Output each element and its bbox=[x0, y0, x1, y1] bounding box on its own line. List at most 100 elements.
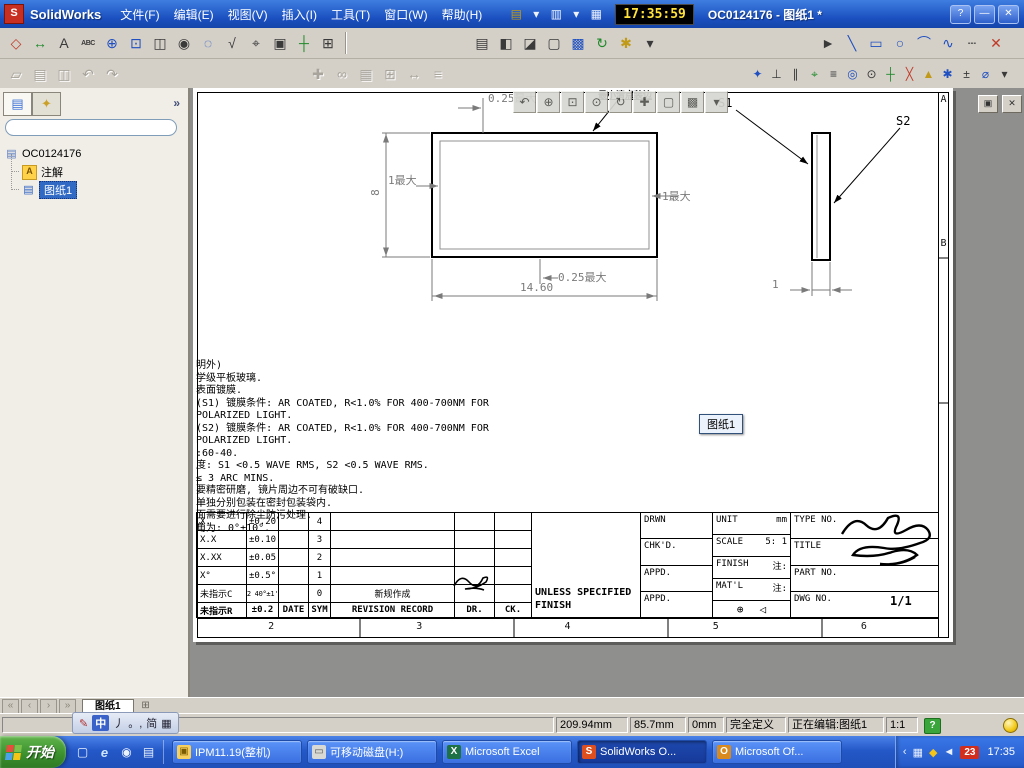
insert-object-icon[interactable]: ✚ bbox=[306, 62, 330, 86]
block-icon[interactable]: ▣ bbox=[268, 31, 292, 55]
parallel-relation-icon[interactable]: ∥ bbox=[786, 63, 805, 85]
menu-insert[interactable]: 插入(I) bbox=[275, 2, 324, 27]
sketch-icon[interactable]: ◇ bbox=[4, 31, 28, 55]
tray-badge[interactable]: 23 bbox=[960, 745, 980, 759]
fix-relation-icon[interactable]: ▲ bbox=[919, 63, 938, 85]
balloon-icon[interactable]: ◌ bbox=[196, 31, 220, 55]
rotate-view-icon[interactable]: ↻ bbox=[609, 91, 632, 113]
first-sheet-button[interactable]: « bbox=[2, 698, 19, 714]
perpendicular-relation-icon[interactable]: ⊥ bbox=[767, 63, 786, 85]
help-button[interactable]: ? bbox=[950, 4, 971, 24]
drawing-note-line[interactable]: POLARIZED LIGHT. bbox=[196, 435, 489, 448]
layer-properties-icon[interactable]: ≡ bbox=[426, 62, 450, 86]
drawing-note-line[interactable]: 度: S1 <0.5 WAVE RMS, S2 <0.5 WAVE RMS. bbox=[196, 460, 489, 473]
center-relation-icon[interactable]: ⌖ bbox=[805, 63, 824, 85]
copy-icon[interactable]: ◫ bbox=[52, 62, 76, 86]
drawing-note-line[interactable]: 要精密研磨, 镜片周边不可有破缺口. bbox=[196, 485, 489, 498]
delete-relation-icon[interactable]: ╳ bbox=[900, 63, 919, 85]
print-preview-icon[interactable]: ▤ bbox=[28, 62, 52, 86]
surface-label-s2[interactable]: S2 bbox=[896, 114, 910, 128]
undo-icon[interactable]: ↶ bbox=[76, 62, 100, 86]
tree-root-item[interactable]: ▤ OC0124176 bbox=[5, 146, 81, 162]
task-removable-disk[interactable]: ▭ 可移动磁盘(H:) bbox=[307, 740, 437, 764]
drawing-note-line[interactable]: (S2) 镀膜条件: AR COATED, R<1.0% FOR 400-700… bbox=[196, 423, 489, 436]
select-icon[interactable]: ► bbox=[816, 31, 840, 55]
tray-volume-icon[interactable]: ◄ bbox=[943, 746, 954, 759]
arc-icon[interactable]: ⌒ bbox=[912, 31, 936, 55]
tree-item-annotations[interactable]: A 注解 bbox=[22, 164, 63, 180]
close-document-button[interactable]: ✕ bbox=[1002, 95, 1022, 113]
section-view-icon[interactable]: ◫ bbox=[148, 31, 172, 55]
task-excel[interactable]: X Microsoft Excel bbox=[442, 740, 572, 764]
close-button[interactable]: ✕ bbox=[998, 4, 1019, 24]
assistant-lightbulb-icon[interactable] bbox=[1003, 718, 1018, 733]
drawing-viewport[interactable]: 0.25最大 8 1最大 1最大 14.60 0.25最大 1 S1 S2 最小… bbox=[190, 88, 1024, 697]
coradial-relation-icon[interactable]: ⊙ bbox=[862, 63, 881, 85]
drawing-note-line[interactable]: :60-40. bbox=[196, 448, 489, 461]
standard-views-icon[interactable]: ◧ bbox=[494, 31, 518, 55]
tab-propertymanager[interactable]: ✦ bbox=[32, 92, 61, 116]
tray-shield-icon[interactable]: ◆ bbox=[929, 746, 937, 759]
menu-help[interactable]: 帮助(H) bbox=[435, 2, 490, 27]
quick-tips-toggle[interactable]: ? bbox=[924, 718, 941, 734]
relations-dropdown[interactable]: ▾ bbox=[995, 63, 1014, 85]
zoom-area-icon[interactable]: ⊡ bbox=[124, 31, 148, 55]
spell-check-icon[interactable]: ABC bbox=[76, 31, 100, 55]
shaded-view-icon[interactable]: ▩ bbox=[566, 31, 590, 55]
internet-explorer-icon[interactable]: e bbox=[96, 744, 113, 761]
tree-item-sheet1[interactable]: ▤ 图纸1 bbox=[22, 181, 78, 199]
zoom-previous-icon[interactable]: ↶ bbox=[513, 91, 536, 113]
prev-sheet-button[interactable]: ‹ bbox=[21, 698, 38, 714]
drawing-note-line[interactable]: 明外) bbox=[196, 360, 489, 373]
wireframe-display-icon[interactable]: ▢ bbox=[657, 91, 680, 113]
ime-pen-icon[interactable]: ✎ bbox=[79, 717, 88, 730]
collapse-panel-chevron[interactable]: » bbox=[173, 96, 180, 110]
task-ipm-folder[interactable]: ▣ IPM11.19(整机) bbox=[172, 740, 302, 764]
ime-softkeyboard-icon[interactable]: ▦ bbox=[161, 717, 171, 730]
drawing-note-line[interactable]: ≤ 3 ARC MINS. bbox=[196, 473, 489, 486]
ime-shape-icon[interactable]: 丿 bbox=[113, 715, 124, 731]
print-icon[interactable]: ▦ bbox=[587, 5, 605, 23]
geometric-tolerance-icon[interactable]: ⌖ bbox=[244, 31, 268, 55]
dimension-right-max[interactable]: 1最大 bbox=[662, 188, 691, 204]
menu-edit[interactable]: 编辑(E) bbox=[167, 2, 221, 27]
drawing-note-line[interactable]: (S1) 镀膜条件: AR COATED, R<1.0% FOR 400-700… bbox=[196, 398, 489, 411]
tab-featuremanager[interactable]: ▤ bbox=[3, 92, 32, 116]
table-icon[interactable]: ⊞ bbox=[316, 31, 340, 55]
spline-icon[interactable]: ∿ bbox=[936, 31, 960, 55]
diameter-dimension-icon[interactable]: ⌀ bbox=[976, 63, 995, 85]
hidden-lines-icon[interactable]: ◪ bbox=[518, 31, 542, 55]
pattern-icon[interactable]: ✱ bbox=[938, 63, 957, 85]
start-button[interactable]: 开始 bbox=[0, 736, 66, 768]
hyperlink-icon[interactable]: ∞ bbox=[330, 62, 354, 86]
tray-grid-icon[interactable]: ▦ bbox=[913, 746, 923, 759]
ime-punctuation-icon[interactable]: 。, bbox=[128, 715, 142, 731]
views-dropdown[interactable]: ▾ bbox=[638, 31, 662, 55]
save-dropdown[interactable]: ▾ bbox=[567, 5, 585, 23]
tolerance-icon[interactable]: ± bbox=[957, 63, 976, 85]
menu-window[interactable]: 窗口(W) bbox=[377, 2, 434, 27]
display-dropdown[interactable]: ▾ bbox=[705, 91, 728, 113]
redo-icon[interactable]: ↷ bbox=[100, 62, 124, 86]
shaded-display-icon[interactable]: ▩ bbox=[681, 91, 704, 113]
task-office[interactable]: O Microsoft Of... bbox=[712, 740, 842, 764]
new-document-icon[interactable]: ▤ bbox=[507, 5, 525, 23]
trim-icon[interactable]: ✕ bbox=[984, 31, 1008, 55]
ime-simplified-icon[interactable]: 简 bbox=[146, 715, 157, 731]
surface-finish-icon[interactable]: √ bbox=[220, 31, 244, 55]
save-icon[interactable]: ▥ bbox=[547, 5, 565, 23]
sheet-format-icon[interactable]: ▤ bbox=[470, 31, 494, 55]
launch-folder-icon[interactable]: ▤ bbox=[140, 744, 157, 761]
center-mark-icon[interactable]: ┼ bbox=[292, 31, 316, 55]
zoom-in-icon[interactable]: ⊕ bbox=[100, 31, 124, 55]
smart-dimension-icon[interactable]: ↔ bbox=[28, 31, 52, 55]
wireframe-icon[interactable]: ▢ bbox=[542, 31, 566, 55]
concentric-relation-icon[interactable]: ◎ bbox=[843, 63, 862, 85]
drawing-note-line[interactable]: POLARIZED LIGHT. bbox=[196, 410, 489, 423]
zoom-area-icon[interactable]: ⊡ bbox=[561, 91, 584, 113]
centerline-icon[interactable]: ┄ bbox=[960, 31, 984, 55]
line-icon[interactable]: ╲ bbox=[840, 31, 864, 55]
show-desktop-icon[interactable]: ▢ bbox=[74, 744, 91, 761]
update-view-icon[interactable]: ↻ bbox=[590, 31, 614, 55]
insert-picture-icon[interactable]: ▦ bbox=[354, 62, 378, 86]
